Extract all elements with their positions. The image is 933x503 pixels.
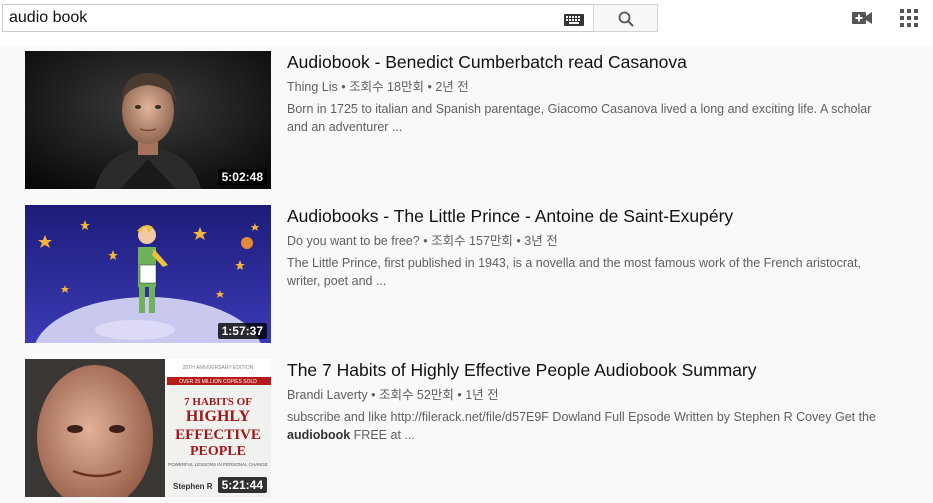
- search-box: [2, 4, 593, 32]
- keyboard-icon[interactable]: [564, 14, 584, 26]
- video-thumbnail[interactable]: 5:02:48: [25, 51, 271, 189]
- video-metadata: Brandi Laverty • 조회수 52만회 • 1년 전: [287, 384, 499, 403]
- description-text: subscribe and like http://filerack.net/f…: [287, 410, 876, 424]
- video-camera-add-icon[interactable]: [851, 9, 873, 27]
- upload-age: 1년 전: [465, 388, 499, 402]
- search-input[interactable]: [9, 8, 549, 28]
- separator-dot: •: [371, 388, 379, 402]
- video-title[interactable]: The 7 Habits of Highly Effective People …: [287, 360, 757, 381]
- video-duration: 5:02:48: [217, 169, 267, 185]
- description-highlight: audiobook: [287, 428, 351, 442]
- view-count: 조회수 52만회: [378, 388, 454, 402]
- video-duration: 1:57:37: [217, 323, 267, 339]
- separator-dot: •: [457, 388, 466, 402]
- upload-age: 2년 전: [435, 80, 469, 94]
- apps-grid-icon[interactable]: [900, 9, 918, 27]
- book-title-line2: HIGHLY: [186, 408, 251, 425]
- book-title-line1: 7 HABITS OF: [184, 396, 252, 408]
- video-result: 1:57:37 Audiobooks - The Little Prince -…: [0, 200, 933, 343]
- video-duration: 5:21:44: [217, 477, 267, 493]
- channel-name[interactable]: Do you want to be free?: [287, 234, 420, 248]
- video-description: The Little Prince, first published in 19…: [287, 256, 861, 288]
- book-edition-text: 25TH ANNIVERSARY EDITION: [183, 365, 254, 371]
- top-bar: [0, 0, 933, 46]
- channel-name[interactable]: Brandi Laverty: [287, 388, 368, 402]
- search-button[interactable]: [593, 4, 658, 32]
- view-count: 조회수 18만회: [349, 80, 424, 94]
- video-result: 5:02:48 Audiobook - Benedict Cumberbatch…: [0, 46, 933, 189]
- book-subtitle: POWERFUL LESSONS IN PERSONAL CHANGE: [168, 462, 268, 467]
- video-title[interactable]: Audiobooks - The Little Prince - Antoine…: [287, 206, 733, 227]
- upload-age: 3년 전: [524, 234, 558, 248]
- book-title-line4: PEOPLE: [190, 444, 246, 459]
- book-author-text: Stephen R: [173, 482, 213, 491]
- video-result: 25TH ANNIVERSARY EDITION OVER 25 MILLION…: [0, 354, 933, 497]
- book-title-line3: EFFECTIVE: [175, 427, 261, 443]
- channel-name[interactable]: Thing Lis: [287, 80, 338, 94]
- video-description: subscribe and like http://filerack.net/f…: [287, 408, 887, 444]
- separator-dot: •: [341, 80, 350, 94]
- view-count: 조회수 157만회: [431, 234, 513, 248]
- description-text: FREE at ...: [350, 428, 415, 442]
- video-metadata: Thing Lis • 조회수 18만회 • 2년 전: [287, 76, 469, 95]
- video-metadata: Do you want to be free? • 조회수 157만회 • 3년…: [287, 230, 558, 249]
- search-icon: [618, 11, 634, 27]
- video-description: Born in 1725 to italian and Spanish pare…: [287, 102, 872, 134]
- video-title[interactable]: Audiobook - Benedict Cumberbatch read Ca…: [287, 52, 687, 73]
- video-thumbnail[interactable]: 1:57:37: [25, 205, 271, 343]
- book-sold-text: OVER 25 MILLION COPIES SOLD: [179, 379, 257, 385]
- video-thumbnail[interactable]: 25TH ANNIVERSARY EDITION OVER 25 MILLION…: [25, 359, 271, 497]
- separator-dot: •: [423, 234, 432, 248]
